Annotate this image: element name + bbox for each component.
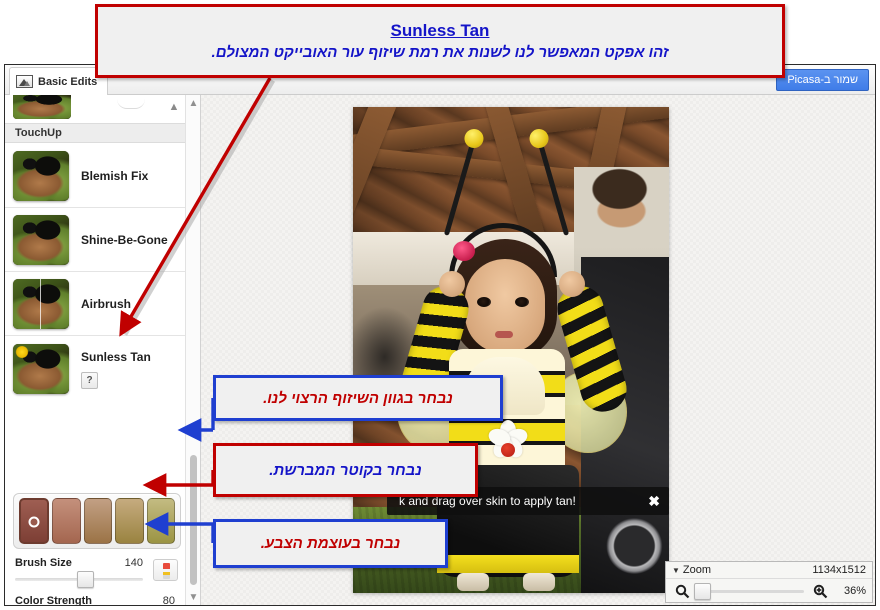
brush-preview-icon — [153, 559, 178, 581]
callout-sunless-tan-description: Sunless Tan זהו אפקט המאפשר לנו לשנות את… — [95, 4, 785, 78]
section-header-touchup: TouchUp — [5, 123, 186, 143]
tan-color-swatches — [13, 493, 181, 549]
tool-panel-content: ▲ TouchUp Blemish Fix Shine-Be-Gone Airb… — [5, 95, 186, 606]
zoom-label-group: ▼ Zoom — [672, 564, 711, 576]
slider-value: 140 — [124, 557, 143, 569]
swatch-2[interactable] — [52, 498, 81, 544]
screenshot-root: Basic Edits שמור ב-Picasa ▲ TouchUp Blem… — [0, 0, 880, 610]
image-frame-icon — [16, 75, 33, 88]
effect-thumbnail — [13, 150, 69, 201]
caret-down-icon[interactable]: ▼ — [672, 566, 680, 575]
tab-basic-edits[interactable]: Basic Edits — [9, 67, 109, 95]
panel-collapse-handle[interactable] — [117, 99, 145, 109]
slider-color-strength: Color Strength 80 — [15, 595, 175, 606]
swatch-1[interactable] — [19, 498, 50, 544]
slider-label: Color Strength — [15, 595, 92, 606]
slider-value: 80 — [162, 595, 175, 606]
section-header-label: TouchUp — [15, 127, 62, 139]
effect-label: Blemish Fix — [81, 168, 149, 183]
scrollbar-down-arrow-icon[interactable]: ▼ — [186, 591, 200, 605]
callout-text: נבחר בגוון השיזוף הרצוי לנו. — [263, 389, 453, 407]
callout-color-choice: נבחר בגוון השיזוף הרצוי לנו. — [213, 375, 503, 421]
touchup-tool-panel: ▲ TouchUp Blemish Fix Shine-Be-Gone Airb… — [5, 95, 201, 606]
slider-track[interactable] — [15, 571, 143, 588]
close-icon[interactable]: ✖ — [648, 494, 660, 508]
callout-title: Sunless Tan — [390, 20, 490, 40]
slider-brush-size: Brush Size 140 — [15, 557, 143, 588]
callout-color-strength: נבחר בעוצמת הצבע. — [213, 519, 448, 568]
zoom-percent: 36% — [843, 585, 866, 597]
effect-label: Sunless Tan — [81, 349, 151, 364]
effect-thumbnail — [13, 344, 69, 394]
swatch-selected-dot — [28, 516, 40, 528]
slider-thumb[interactable] — [77, 571, 95, 588]
swatch-3[interactable] — [83, 498, 113, 544]
effect-thumbnail — [13, 278, 69, 329]
zoom-widget-header[interactable]: ▼ Zoom 1134x1512 — [666, 562, 872, 579]
effect-thumbnail — [13, 214, 69, 265]
effect-row-sunless-tan[interactable]: Sunless Tan ? — [5, 336, 186, 402]
help-button[interactable]: ? — [81, 371, 98, 389]
zoom-label: Zoom — [682, 564, 712, 576]
save-to-picasa-label: שמור ב-Picasa — [787, 74, 858, 86]
scroll-up-chevron-icon[interactable]: ▲ — [168, 102, 180, 113]
scrollbar-up-arrow-icon[interactable]: ▲ — [186, 97, 200, 111]
save-to-picasa-button[interactable]: שמור ב-Picasa — [776, 69, 869, 91]
zoom-slider-thumb[interactable] — [694, 582, 712, 600]
effect-row-blemish-fix[interactable]: Blemish Fix — [5, 144, 186, 208]
magnifier-plus-icon[interactable] — [810, 582, 830, 600]
slider-label: Brush Size — [15, 557, 72, 569]
zoom-widget-controls: 36% — [666, 579, 872, 603]
effect-row-airbrush[interactable]: Airbrush — [5, 272, 186, 336]
scrollbar-thumb[interactable] — [190, 455, 197, 585]
effect-label: Shine-Be-Gone — [81, 232, 168, 247]
effect-label: Airbrush — [81, 296, 132, 311]
callout-text: נבחר בקוטר המברשת. — [269, 461, 422, 479]
swatch-5[interactable] — [146, 498, 176, 544]
magnifier-minus-icon[interactable] — [672, 582, 692, 600]
callout-subtitle: זהו אפקט המאפשר לנו לשנות את רמת שיזוף ע… — [211, 43, 669, 61]
effect-row-shine-be-gone[interactable]: Shine-Be-Gone — [5, 208, 186, 272]
zoom-widget: ▼ Zoom 1134x1512 36% — [665, 561, 873, 603]
effect-thumbnail-partial[interactable] — [13, 95, 71, 119]
image-dimensions: 1134x1512 — [812, 564, 866, 576]
panel-scrollbar[interactable]: ▲ ▼ — [185, 95, 200, 605]
swatch-4[interactable] — [115, 498, 144, 544]
callout-text: נבחר בעוצמת הצבע. — [260, 535, 401, 552]
tab-basic-edits-label: Basic Edits — [38, 75, 98, 88]
callout-brush-size: נבחר בקוטר המברשת. — [213, 443, 478, 497]
zoom-slider-track[interactable] — [694, 582, 804, 600]
